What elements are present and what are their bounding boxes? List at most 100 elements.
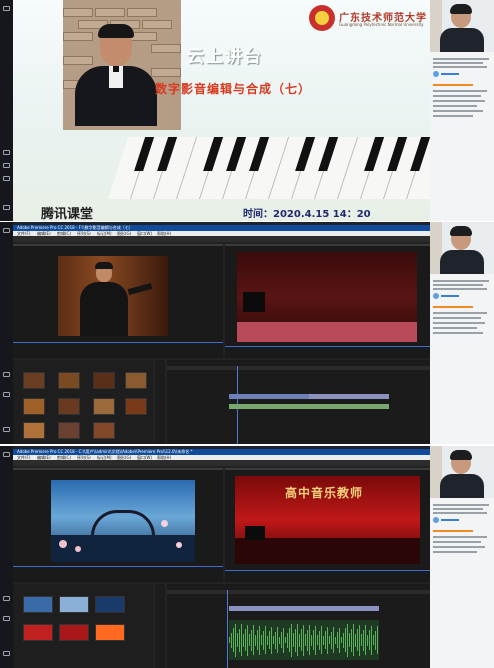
waveform-bar: [291, 623, 292, 657]
video-clip[interactable]: [229, 394, 309, 399]
waveform-bar: [267, 635, 268, 645]
waveform-bar: [355, 633, 356, 647]
live-class-panel-2: Adobe Premiere Pro CC 2018 - F:\\数字影音编辑与…: [0, 222, 494, 444]
waveform-bar: [237, 633, 238, 647]
waveform-bar: [235, 623, 236, 657]
clip-thumbnail[interactable]: [95, 624, 125, 641]
project-bin: [13, 584, 153, 668]
settings-icon[interactable]: [3, 392, 10, 397]
waveform-bar: [307, 629, 308, 651]
waveform-bar: [263, 630, 264, 650]
waveform-bar: [265, 626, 266, 654]
settings-icon[interactable]: [3, 176, 10, 181]
waveform-bar: [255, 634, 256, 646]
waveform-bar: [353, 624, 354, 656]
waveform-bar: [347, 623, 348, 657]
waveform-bar: [297, 624, 298, 656]
clip-thumbnail[interactable]: [23, 372, 45, 389]
clip-thumbnail[interactable]: [23, 624, 53, 641]
power-icon[interactable]: [3, 427, 10, 432]
waveform-bar: [281, 632, 282, 648]
waveform-bar: [369, 630, 370, 650]
chat-icon[interactable]: [3, 372, 10, 377]
clip-thumbnail[interactable]: [58, 372, 80, 389]
waveform-bar: [241, 624, 242, 656]
menu-icon[interactable]: [3, 452, 10, 457]
waveform-bar: [327, 626, 328, 654]
waveform-bar: [233, 628, 234, 652]
clip-thumbnail[interactable]: [59, 596, 89, 613]
waveform-bar: [333, 627, 334, 653]
teacher-webcam: [430, 222, 494, 274]
clip-thumbnail[interactable]: [59, 624, 89, 641]
clip-thumbnail[interactable]: [58, 398, 80, 415]
waveform-bar: [249, 634, 250, 646]
university-logo: [309, 5, 335, 31]
teacher-webcam: [430, 0, 494, 52]
waveform-bar: [303, 624, 304, 656]
clip-thumbnail[interactable]: [125, 372, 147, 389]
source-preview: [58, 256, 168, 336]
clip-thumbnail[interactable]: [23, 422, 45, 439]
timeline-panel: [167, 360, 430, 444]
waveform-bar: [343, 632, 344, 648]
chat-sidebar: [430, 0, 494, 221]
video-clip[interactable]: [309, 394, 389, 399]
slide-subtitle: 数字影音编辑与合成（七）: [155, 82, 312, 96]
video-clip[interactable]: [229, 606, 379, 611]
clip-thumbnail[interactable]: [23, 596, 53, 613]
clip-thumbnail[interactable]: [58, 422, 80, 439]
settings-icon[interactable]: [3, 616, 10, 621]
clip-thumbnail[interactable]: [93, 422, 115, 439]
waveform-bar: [243, 633, 244, 647]
menu-icon[interactable]: [3, 228, 10, 233]
clip-thumbnail[interactable]: [23, 398, 45, 415]
hand-icon[interactable]: [3, 163, 10, 168]
waveform-bar: [257, 630, 258, 650]
waveform-bar: [319, 630, 320, 650]
waveform-bar: [335, 636, 336, 644]
program-preview: 高中音乐教师: [235, 476, 420, 564]
waveform-bar: [269, 631, 270, 649]
live-class-panel-3: Adobe Premiere Pro CC 2018 - C:\\用户\\adm…: [0, 446, 494, 668]
waveform-bar: [315, 625, 316, 655]
piano-keys-image: [108, 137, 430, 199]
waveform-bar: [245, 629, 246, 651]
power-icon[interactable]: [3, 651, 10, 656]
timeline-panel: [167, 584, 430, 668]
clip-thumbnail[interactable]: [93, 372, 115, 389]
clip-thumbnail[interactable]: [125, 398, 147, 415]
clip-thumbnail[interactable]: [95, 596, 125, 613]
waveform-bar: [285, 637, 286, 643]
clip-thumbnail[interactable]: [93, 398, 115, 415]
chat-icon[interactable]: [3, 596, 10, 601]
menu-icon[interactable]: [3, 6, 10, 11]
project-bin: [13, 360, 153, 444]
waveform-bar: [299, 633, 300, 647]
class-time-value: 2020.4.15 14：20: [273, 209, 371, 220]
waveform-bar: [295, 628, 296, 652]
waveform-bar: [337, 632, 338, 648]
waveform-bar: [277, 627, 278, 653]
waveform-bar: [273, 636, 274, 644]
playhead[interactable]: [227, 590, 228, 668]
waveform-bar: [357, 629, 358, 651]
live-class-panel-1: 广东技术师范大学 Guangdong Polytechnic Normal Un…: [0, 0, 494, 221]
waveform-bar: [361, 634, 362, 646]
waveform-bar: [377, 626, 378, 654]
slide-title: 云上讲台: [187, 47, 263, 67]
platform-name: 腾讯课堂: [41, 207, 94, 221]
waveform-bar: [231, 632, 232, 648]
chat-sidebar-3: [430, 446, 494, 668]
waveform-bar: [329, 636, 330, 644]
power-icon[interactable]: [3, 205, 10, 210]
waveform-bar: [275, 631, 276, 649]
audio-clip[interactable]: [229, 404, 389, 409]
waveform-bar: [293, 633, 294, 647]
class-toolbar-2: [0, 222, 13, 444]
waveform-bar: [271, 626, 272, 654]
audio-waveform: [229, 620, 379, 660]
chat-icon[interactable]: [3, 150, 10, 155]
waveform-bar: [363, 629, 364, 651]
teacher-webcam: [430, 446, 494, 498]
